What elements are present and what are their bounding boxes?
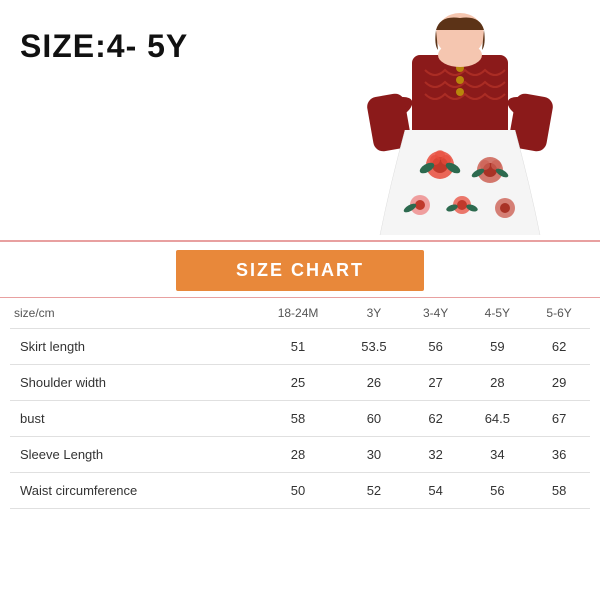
row-value: 62	[528, 329, 590, 365]
size-chart-button[interactable]: SIZE CHART	[176, 250, 424, 291]
row-value: 56	[405, 329, 467, 365]
row-value: 60	[343, 401, 405, 437]
row-value: 36	[528, 437, 590, 473]
size-table: size/cm18-24M3Y3-4Y4-5Y5-6YSkirt length5…	[10, 298, 590, 509]
table-header-5-6Y: 5-6Y	[528, 298, 590, 329]
table-header-4-5Y: 4-5Y	[466, 298, 528, 329]
row-label: bust	[10, 401, 253, 437]
size-chart-area: SIZE CHART	[0, 240, 600, 298]
row-value: 50	[253, 473, 343, 509]
table-row: Skirt length5153.5565962	[10, 329, 590, 365]
row-value: 27	[405, 365, 467, 401]
row-value: 26	[343, 365, 405, 401]
table-row: Shoulder width2526272829	[10, 365, 590, 401]
row-value: 30	[343, 437, 405, 473]
main-container: SIZE:4- 5Y	[0, 0, 600, 600]
row-label: Waist circumference	[10, 473, 253, 509]
row-value: 25	[253, 365, 343, 401]
row-value: 51	[253, 329, 343, 365]
table-row: bust58606264.567	[10, 401, 590, 437]
row-value: 67	[528, 401, 590, 437]
size-title: SIZE:4- 5Y	[20, 28, 188, 65]
row-value: 29	[528, 365, 590, 401]
row-value: 58	[528, 473, 590, 509]
table-row: Waist circumference5052545658	[10, 473, 590, 509]
table-row: Sleeve Length2830323436	[10, 437, 590, 473]
table-section: size/cm18-24M3Y3-4Y4-5Y5-6YSkirt length5…	[0, 298, 600, 509]
dress-illustration	[350, 10, 570, 240]
row-value: 62	[405, 401, 467, 437]
row-value: 32	[405, 437, 467, 473]
row-value: 64.5	[466, 401, 528, 437]
row-value: 58	[253, 401, 343, 437]
row-label: Sleeve Length	[10, 437, 253, 473]
row-value: 53.5	[343, 329, 405, 365]
row-label: Skirt length	[10, 329, 253, 365]
row-value: 34	[466, 437, 528, 473]
row-value: 28	[253, 437, 343, 473]
row-value: 28	[466, 365, 528, 401]
row-value: 56	[466, 473, 528, 509]
row-value: 59	[466, 329, 528, 365]
table-header-18-24M: 18-24M	[253, 298, 343, 329]
table-header-3Y: 3Y	[343, 298, 405, 329]
table-col-label: size/cm	[10, 298, 253, 329]
top-section: SIZE:4- 5Y	[0, 0, 600, 240]
table-header-row: size/cm18-24M3Y3-4Y4-5Y5-6Y	[10, 298, 590, 329]
row-value: 54	[405, 473, 467, 509]
table-header-3-4Y: 3-4Y	[405, 298, 467, 329]
row-label: Shoulder width	[10, 365, 253, 401]
row-value: 52	[343, 473, 405, 509]
